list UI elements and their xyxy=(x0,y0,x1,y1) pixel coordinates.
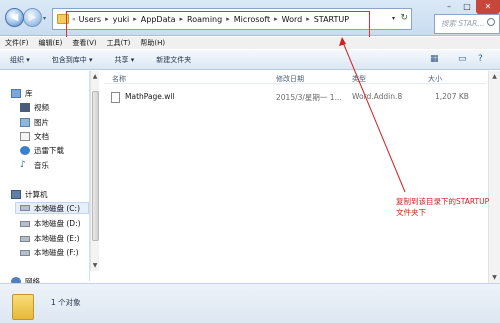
item-count: 1 个对象 xyxy=(51,298,81,307)
status-bar: 1 个对象 xyxy=(0,283,500,323)
annotation-text: 复制到该目录下的STARTUP 文件夹下 xyxy=(396,196,489,218)
folder-icon xyxy=(12,294,34,320)
annotation-line-1: 复制到该目录下的STARTUP xyxy=(396,197,490,206)
annotation-line-2: 文件夹下 xyxy=(396,208,426,217)
annotation-arrow xyxy=(339,37,406,193)
